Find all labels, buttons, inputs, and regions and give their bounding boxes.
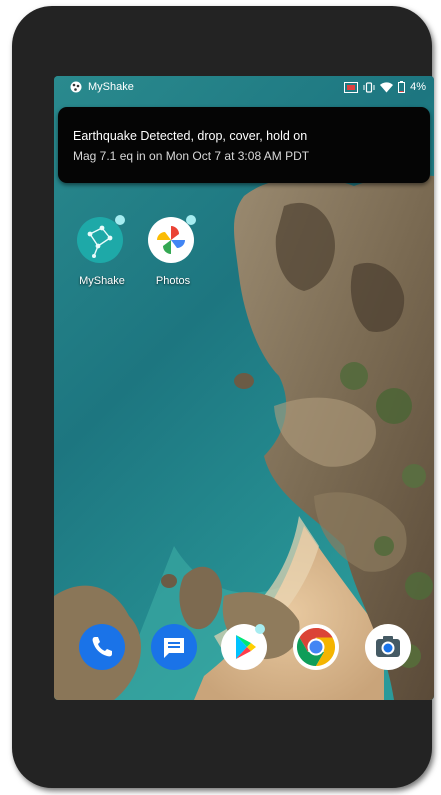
- app-label-myshake: MyShake: [79, 275, 125, 287]
- camera-icon: [365, 624, 411, 670]
- chrome-icon: [293, 624, 339, 670]
- app-label-photos: Photos: [155, 275, 191, 287]
- app-photos[interactable]: Photos: [133, 212, 213, 287]
- home-screen: MyShake 4% Earthquake Detected, drop, co…: [54, 76, 434, 700]
- dock-camera[interactable]: [364, 623, 412, 671]
- wifi-icon: [380, 81, 394, 92]
- phone-frame: MyShake 4% Earthquake Detected, drop, co…: [12, 6, 434, 788]
- cast-icon: [344, 81, 359, 93]
- phone-icon: [79, 624, 125, 670]
- dock-play-store[interactable]: [220, 623, 268, 671]
- dock-chrome[interactable]: [292, 623, 340, 671]
- myshake-status-icon: [70, 81, 82, 93]
- notification-title: Earthquake Detected, drop, cover, hold o…: [73, 129, 308, 143]
- earthquake-notification[interactable]: Earthquake Detected, drop, cover, hold o…: [58, 107, 430, 183]
- messages-icon: [151, 624, 197, 670]
- battery-icon: [398, 81, 406, 93]
- battery-percent: 4%: [410, 81, 426, 93]
- notification-body: Mag 7.1 eq in on Mon Oct 7 at 3:08 AM PD…: [73, 149, 310, 163]
- status-bar: MyShake 4%: [54, 76, 434, 100]
- photos-icon: [147, 212, 199, 264]
- vibrate-icon: [363, 81, 375, 93]
- status-app-name: MyShake: [88, 81, 134, 93]
- play-store-icon: [221, 624, 267, 670]
- dock-messages[interactable]: [150, 623, 198, 671]
- myshake-icon: [76, 212, 128, 264]
- dock-phone[interactable]: [78, 623, 126, 671]
- app-myshake[interactable]: MyShake: [62, 212, 142, 287]
